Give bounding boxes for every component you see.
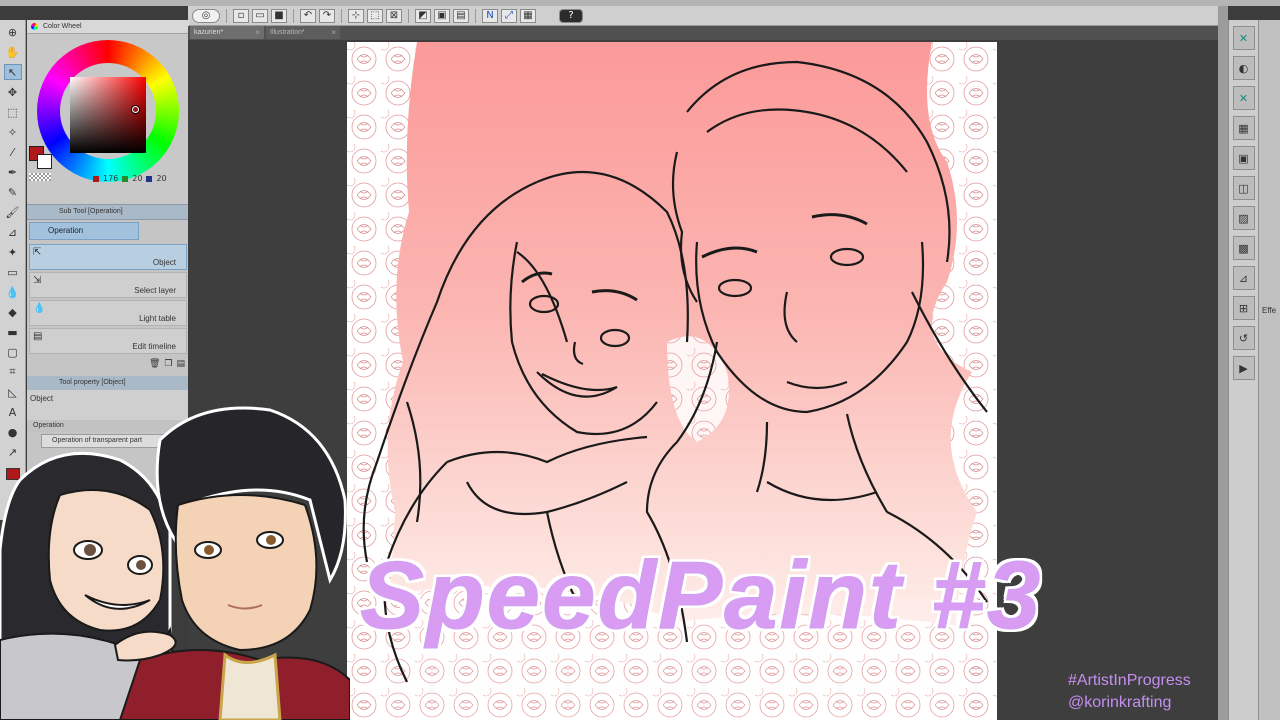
zoom-tool-icon[interactable]: ⊕ — [4, 24, 22, 40]
light-table-icon: 💧 — [33, 303, 46, 314]
green-indicator — [122, 175, 129, 182]
blue-indicator — [146, 175, 153, 182]
subtool-group-tab[interactable]: Operation — [29, 222, 139, 240]
snap-ruler-icon[interactable]: N — [482, 8, 498, 23]
separator — [408, 8, 409, 23]
subtool-label: Light table — [139, 314, 176, 323]
right-dock-icons: ✕ ◐ ✕ ▦ ▣ ◫ ▨ ▩ ⊿ ⊞ ↺ ▶ — [1228, 20, 1258, 720]
document-tabs: kazurien* Illustration* — [188, 26, 1218, 40]
separator — [226, 8, 227, 23]
gradient-tool-icon[interactable]: ▬ — [4, 324, 22, 340]
subtool-object[interactable]: ⇱ Object — [29, 244, 187, 270]
brush-tool-icon[interactable]: 🖌 — [4, 204, 22, 220]
operation-tool-icon[interactable]: ↖ — [3, 64, 22, 80]
color-wheel-title: Color Wheel — [27, 20, 189, 34]
figure-tool-icon[interactable]: ▢ — [4, 344, 22, 360]
auto-select-tool-icon[interactable]: ✧ — [4, 124, 22, 140]
separator — [293, 8, 294, 23]
subtool-light-table[interactable]: 💧 Light table — [29, 300, 187, 326]
red-indicator — [93, 175, 99, 182]
transform-icon[interactable]: ⊹ — [348, 8, 364, 23]
image-material-icon[interactable]: ▩ — [1232, 236, 1255, 260]
color-picker-cursor[interactable] — [132, 106, 139, 113]
saturation-value-square[interactable] — [70, 77, 146, 153]
color-wheel-palette: 176 20 20 — [27, 34, 189, 204]
history-icon[interactable]: ↺ — [1232, 326, 1255, 350]
subtool-label: Edit timeline — [132, 342, 176, 351]
save-icon[interactable]: ■ — [271, 8, 287, 23]
new-file-icon[interactable]: ▫ — [233, 8, 249, 23]
eraser-tool-icon[interactable]: ▭ — [4, 264, 22, 280]
separator — [341, 8, 342, 23]
fill-icon[interactable]: ◩ — [415, 8, 431, 23]
decoration-tool-icon[interactable]: ✦ — [4, 244, 22, 260]
edit-timeline-icon: ▤ — [33, 331, 43, 342]
material-icon[interactable]: ▨ — [1232, 206, 1255, 230]
artist-avatar-illustration — [0, 406, 350, 720]
rose-cluster-center — [667, 336, 729, 442]
subtool-footer: 🗑 ❐ ▤ — [27, 356, 189, 372]
snap-special-ruler-icon[interactable]: ⤢ — [501, 8, 517, 23]
hand-tool-icon[interactable]: ✋ — [4, 44, 22, 60]
subtool-header: Sub Tool [Operation] — [27, 204, 189, 220]
airbrush-tool-icon[interactable]: ⊿ — [4, 224, 22, 240]
effect-panel-label: Effe — [1262, 306, 1277, 315]
blend-tool-icon[interactable]: 💧 — [4, 284, 22, 300]
logo-icon[interactable]: ◎ — [192, 8, 220, 23]
blue-value: 20 — [156, 174, 167, 183]
handle-caption: @korinkrafting — [1068, 694, 1172, 711]
selection-tool-icon[interactable]: ⬚ — [4, 104, 22, 120]
move-layer-tool-icon[interactable]: ✥ — [4, 84, 22, 100]
auto-actions-icon[interactable]: ▶ — [1232, 356, 1255, 380]
snap-grid-icon[interactable]: ▦ — [520, 8, 536, 23]
layer-panel-edge — [1258, 20, 1280, 720]
redo-icon[interactable]: ↷ — [319, 8, 335, 23]
layer-property-icon[interactable]: ▦ — [1232, 116, 1255, 140]
frame-tool-icon[interactable]: ⌗ — [4, 364, 22, 380]
green-value: 20 — [132, 174, 143, 183]
fill-tool-icon[interactable]: ◆ — [4, 304, 22, 320]
layer-search-icon[interactable]: ▣ — [1232, 146, 1255, 170]
item-bank-icon[interactable]: ⊞ — [1232, 296, 1255, 320]
subtool-label: Object — [152, 258, 176, 267]
document-tab[interactable]: Illustration* — [266, 26, 340, 39]
hashtag-caption: #ArtistInProgress — [1068, 672, 1191, 689]
ruler-tool-icon[interactable]: ◺ — [4, 384, 22, 400]
eyedropper-tool-icon[interactable]: ⁄ — [4, 144, 22, 160]
crop-icon[interactable]: ▣ — [434, 8, 450, 23]
brush-material-icon[interactable]: ⊿ — [1232, 266, 1255, 290]
transparent-color-swatch[interactable] — [29, 173, 51, 181]
animation-cels-icon[interactable]: ◫ — [1232, 176, 1255, 200]
subtool-edit-timeline[interactable]: ▤ Edit timeline — [29, 328, 187, 354]
tool-property-header: Tool property [Object] — [27, 376, 189, 390]
red-value: 176 — [103, 174, 119, 183]
close-panel-icon[interactable]: ✕ — [1232, 26, 1255, 50]
undo-icon[interactable]: ↶ — [300, 8, 316, 23]
pencil-tool-icon[interactable]: ✎ — [4, 184, 22, 200]
scrollbar-vertical[interactable] — [1218, 6, 1228, 720]
command-bar: ◎ ▫ ▭ ■ ↶ ↷ ⊹ ⬚ ⊠ ◩ ▣ ▤ N ⤢ ▦ ? — [188, 6, 1228, 26]
object-cursor-icon: ⇱ — [33, 247, 42, 258]
clear-icon[interactable]: ⊠ — [386, 8, 402, 23]
separator — [475, 8, 476, 23]
select-icon[interactable]: ⬚ — [367, 8, 383, 23]
rgb-readout: 176 20 20 — [93, 174, 167, 183]
pen-tool-icon[interactable]: ✒ — [4, 164, 22, 180]
navigator-icon[interactable]: ◐ — [1232, 56, 1255, 80]
subtool-label: Select layer — [134, 286, 176, 295]
speedpaint-title: SpeedPaint #3 — [359, 542, 1043, 649]
sub-color-swatch[interactable] — [37, 154, 52, 169]
help-icon[interactable]: ? — [559, 8, 583, 23]
copy-subtool-icon[interactable]: ❐ — [164, 359, 172, 369]
new-subtool-icon[interactable]: ▤ — [176, 359, 185, 369]
open-file-icon[interactable]: ▭ — [252, 8, 268, 23]
sub-view-icon[interactable]: ✕ — [1232, 86, 1255, 110]
subtool-select-layer[interactable]: ⇲ Select layer — [29, 272, 187, 298]
delete-subtool-icon[interactable]: 🗑 — [149, 359, 160, 369]
select-all-icon[interactable]: ▤ — [453, 8, 469, 23]
select-layer-icon: ⇲ — [33, 275, 42, 286]
screen: { "app": { "toolbar_icons": ["logo-icon"… — [0, 0, 1280, 720]
document-tab[interactable]: kazurien* — [190, 26, 264, 39]
